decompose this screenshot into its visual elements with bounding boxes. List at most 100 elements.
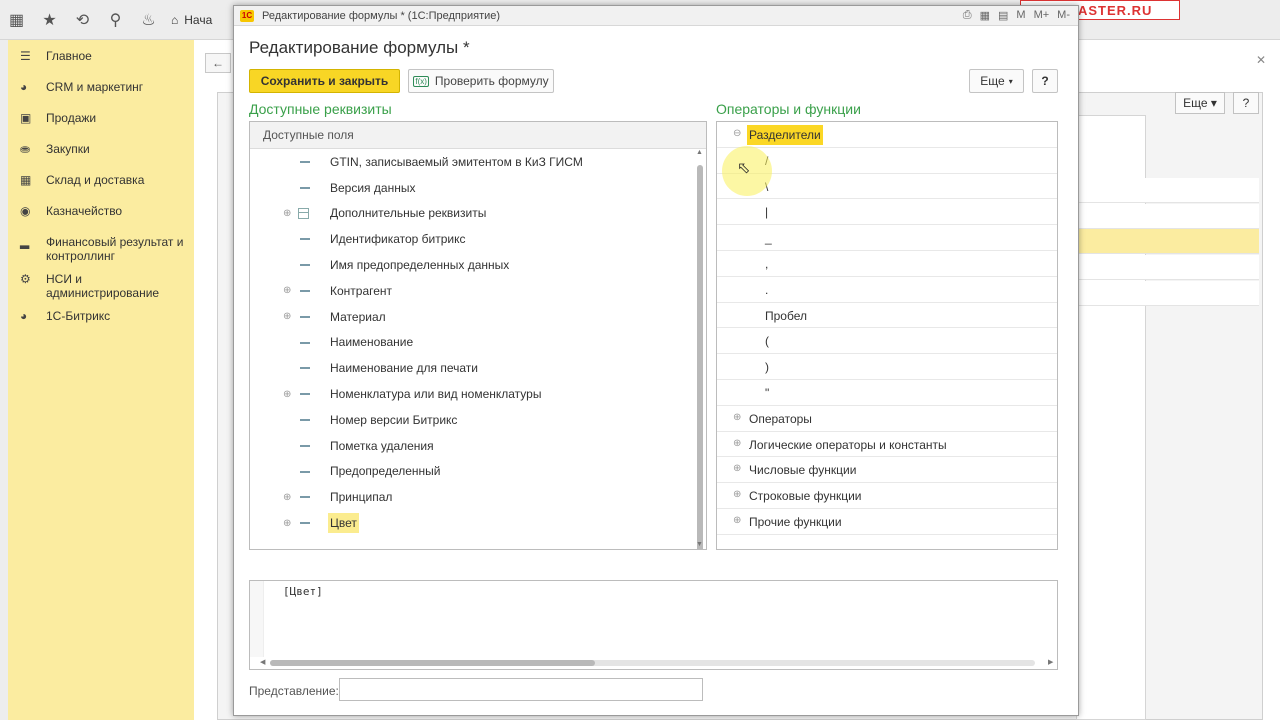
list-icon: ☰ <box>20 49 31 63</box>
more-button[interactable]: Еще ▾ <box>969 69 1024 93</box>
available-field-row[interactable]: Пометка удаления <box>250 433 706 459</box>
sidebar-item-warehouse[interactable]: ▦ Склад и доставка <box>8 164 194 195</box>
separator-item[interactable]: Пробел <box>717 303 1057 329</box>
expand-icon[interactable]: ⊕ <box>733 438 741 449</box>
scroll-right-arrow-icon[interactable]: ▶ <box>1048 658 1053 666</box>
vertical-scrollbar[interactable]: ▲ ▼ <box>696 149 704 549</box>
expand-icon[interactable]: ⊕ <box>283 518 293 529</box>
grid-icon[interactable]: ▦ <box>0 0 33 40</box>
bell-icon[interactable]: ♨ <box>132 0 165 40</box>
sidebar-item-purchases[interactable]: ⛂ Закупки <box>8 133 194 164</box>
separator-item[interactable]: _ <box>717 225 1057 251</box>
save-and-close-button[interactable]: Сохранить и закрыть <box>249 69 400 93</box>
sidebar-item-label: Продажи <box>46 111 97 125</box>
scrollbar-thumb[interactable] <box>697 165 703 549</box>
available-field-label: Наименование <box>330 335 414 350</box>
operator-group-separators[interactable]: ⊖ Разделители <box>717 122 1057 148</box>
horizontal-scrollbar[interactable]: ◀ ▶ <box>260 658 1055 667</box>
available-field-row[interactable]: Наименование <box>250 330 706 356</box>
scrollbar-thumb[interactable] <box>270 660 595 666</box>
expand-icon[interactable]: ⊕ <box>283 389 293 400</box>
scroll-down-arrow-icon[interactable]: ▼ <box>696 541 703 548</box>
separator-item[interactable]: , <box>717 251 1057 277</box>
sidebar-item-label: Главное <box>46 49 92 63</box>
sidebar-item-bitrix[interactable]: ◕ 1С-Битрикс <box>8 300 194 331</box>
formula-text-area[interactable]: [Цвет] ◀ ▶ <box>249 580 1058 670</box>
sidebar-item-sales[interactable]: ▣ Продажи <box>8 102 194 133</box>
bag-icon: ▣ <box>20 111 32 125</box>
operator-group[interactable]: ⊕ Логические операторы и константы <box>717 432 1057 458</box>
scroll-left-arrow-icon[interactable]: ◀ <box>260 658 265 666</box>
home-icon: ⌂ <box>171 12 179 27</box>
expand-icon[interactable]: ⊕ <box>283 285 293 296</box>
separator-item[interactable]: . <box>717 277 1057 303</box>
expand-icon[interactable]: ⊕ <box>283 492 293 503</box>
expand-icon[interactable]: ⊕ <box>283 311 293 322</box>
available-field-row[interactable]: Имя предопределенных данных <box>250 252 706 278</box>
separator-item[interactable]: | <box>717 199 1057 226</box>
background-more-button[interactable]: Еще ▾ <box>1175 92 1225 114</box>
check-formula-button[interactable]: f(x) Проверить формулу <box>408 69 554 93</box>
expand-icon[interactable]: ⊕ <box>733 463 741 474</box>
background-help-button[interactable]: ? <box>1233 92 1259 114</box>
available-field-row[interactable]: Наименование для печати <box>250 355 706 381</box>
separator-item[interactable]: " <box>717 380 1057 406</box>
operator-group[interactable]: ⊕ Прочие функции <box>717 509 1057 535</box>
operator-group[interactable]: ⊕ Строковые функции <box>717 483 1057 509</box>
available-field-row[interactable]: GTIN, записываемый эмитентом в КиЗ ГИСМ <box>250 149 706 175</box>
sidebar-item-crm[interactable]: ◕ CRM и маркетинг <box>8 71 194 102</box>
expand-icon[interactable]: ⊕ <box>733 412 741 423</box>
history-icon[interactable]: ⟲ <box>66 0 99 40</box>
operator-group-label: Логические операторы и константы <box>749 437 947 452</box>
home-tab-label: Нача <box>184 12 213 27</box>
available-field-row[interactable]: ⊕ Номенклатура или вид номенклатуры <box>250 381 706 407</box>
sidebar-item-finance[interactable]: ▂ Финансовый результат и контроллинг <box>8 226 194 263</box>
available-field-row[interactable]: ⊕ Принципал <box>250 484 706 510</box>
star-icon[interactable]: ★ <box>33 0 66 40</box>
operator-group[interactable]: ⊕ Операторы <box>717 406 1057 432</box>
expand-icon[interactable]: ⊕ <box>733 515 741 526</box>
available-field-row[interactable]: ⊕ Контрагент <box>250 278 706 304</box>
field-icon <box>300 522 310 525</box>
operator-group-label: Операторы <box>749 411 812 426</box>
available-field-row[interactable]: ⊕ Цвет <box>250 510 706 536</box>
available-field-label: Номер версии Битрикс <box>330 412 458 427</box>
back-arrow-icon[interactable]: ← <box>205 53 231 73</box>
operator-group[interactable]: ⊕ Числовые функции <box>717 457 1057 484</box>
calendar-icon[interactable]: ▤ <box>998 9 1008 22</box>
close-icon[interactable]: ✕ <box>1256 53 1266 67</box>
dialog-heading: Редактирование формулы * <box>249 38 470 57</box>
memory-button[interactable]: M <box>1016 9 1025 22</box>
separator-item[interactable]: ) <box>717 354 1057 380</box>
sidebar-item-admin[interactable]: ⚙ НСИ и администрирование <box>8 263 194 300</box>
memory-plus-button[interactable]: M+ <box>1034 9 1050 22</box>
sidebar-item-treasury[interactable]: ◉ Казначейство <box>8 195 194 226</box>
available-field-row[interactable]: ⊕ Материал <box>250 304 706 330</box>
print-icon[interactable]: ⎙ <box>963 9 972 22</box>
collapse-icon[interactable]: ⊖ <box>733 128 741 139</box>
home-tab[interactable]: ⌂ Нача <box>171 13 212 27</box>
available-field-label: Номенклатура или вид номенклатуры <box>330 387 542 402</box>
available-field-row[interactable]: Идентификатор битрикс <box>250 226 706 252</box>
search-icon[interactable]: ⚲ <box>99 0 132 40</box>
available-field-label: Наименование для печати <box>330 361 478 376</box>
help-button[interactable]: ? <box>1032 69 1058 93</box>
expand-icon[interactable]: ⊕ <box>283 208 293 219</box>
separator-symbol: ( <box>765 334 769 349</box>
scroll-up-arrow-icon[interactable]: ▲ <box>696 149 703 156</box>
available-field-row[interactable]: ⊕ Дополнительные реквизиты <box>250 201 706 227</box>
background-row <box>1076 281 1259 306</box>
available-field-row[interactable]: Предопределенный <box>250 459 706 485</box>
crm-icon: ◕ <box>20 80 28 94</box>
available-field-row[interactable]: Версия данных <box>250 175 706 201</box>
separator-item[interactable]: ( <box>717 328 1057 355</box>
field-icon <box>300 393 310 396</box>
sidebar-item-main[interactable]: ☰ Главное <box>8 40 194 71</box>
available-field-row[interactable]: Номер версии Битрикс <box>250 407 706 433</box>
expand-icon[interactable]: ⊕ <box>733 489 741 500</box>
memory-minus-button[interactable]: M- <box>1057 9 1070 22</box>
representation-input[interactable] <box>339 678 703 701</box>
background-row <box>1076 204 1259 229</box>
app-1c-icon: 1C <box>240 9 254 22</box>
calculator-icon[interactable]: ▦ <box>980 9 990 22</box>
